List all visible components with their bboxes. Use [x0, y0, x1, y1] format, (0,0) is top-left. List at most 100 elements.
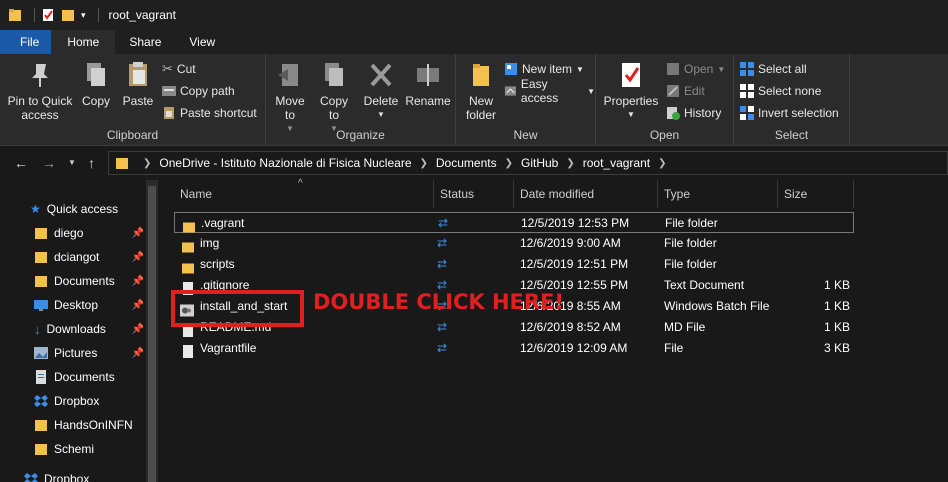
- sidebar-item-label: Documents: [54, 370, 115, 384]
- pin-icon: 📌: [131, 347, 144, 359]
- tab-view[interactable]: View: [175, 30, 229, 54]
- open-group: Properties ▼ Open ▼ Edit History Open: [596, 54, 734, 146]
- recent-locations-icon[interactable]: ▼: [68, 155, 84, 171]
- sidebar-item-quick-access[interactable]: ★ Quick access: [30, 198, 140, 220]
- table-row[interactable]: Vagrantfile ⇄ 12/6/2019 12:09 AM File 3 …: [174, 338, 854, 359]
- new-folder-icon[interactable]: [61, 8, 75, 22]
- sidebar-item-handsoninfn[interactable]: HandsOnINFN: [34, 414, 144, 436]
- chevron-right-icon[interactable]: ❯: [420, 158, 428, 169]
- paste-shortcut-button[interactable]: Paste shortcut: [162, 103, 257, 123]
- star-icon: ★: [30, 202, 41, 216]
- breadcrumb-onedrive[interactable]: OneDrive - Istituto Nazionale di Fisica …: [159, 156, 411, 170]
- sidebar-item-desktop[interactable]: Desktop 📌: [34, 294, 144, 316]
- file-type: File folder: [664, 236, 717, 250]
- chevron-right-icon[interactable]: ❯: [505, 158, 513, 169]
- tab-share[interactable]: Share: [115, 30, 175, 54]
- customize-qa-icon[interactable]: ▾: [81, 10, 86, 21]
- table-row[interactable]: img ⇄ 12/6/2019 9:00 AM File folder: [174, 233, 854, 254]
- chevron-right-icon[interactable]: ❯: [658, 158, 666, 169]
- address-bar[interactable]: ❯ OneDrive - Istituto Nazionale di Fisic…: [108, 151, 948, 175]
- organize-group-label: Organize: [336, 128, 385, 142]
- column-header-date-modified[interactable]: Date modified: [514, 180, 658, 208]
- sidebar-item-dropbox[interactable]: Dropbox: [34, 390, 144, 412]
- column-header-name[interactable]: Name: [174, 180, 434, 208]
- sync-status-icon: ⇄: [438, 216, 449, 230]
- sidebar-item-label: Dropbox: [44, 472, 90, 482]
- tab-home[interactable]: Home: [51, 30, 116, 54]
- tab-file[interactable]: File: [0, 30, 52, 54]
- scissors-icon: ✂: [162, 61, 173, 76]
- breadcrumb-github[interactable]: GitHub: [521, 156, 558, 170]
- easy-access-icon: [504, 86, 516, 96]
- select-none-label: Select none: [758, 84, 822, 98]
- breadcrumb-documents[interactable]: Documents: [436, 156, 497, 170]
- cut-button[interactable]: ✂ Cut: [162, 59, 196, 79]
- highlight-box: [171, 290, 304, 327]
- scrollbar-thumb[interactable]: [148, 186, 156, 482]
- sidebar-item-dciangot[interactable]: dciangot 📌: [34, 246, 144, 268]
- select-none-button[interactable]: Select none: [740, 81, 821, 101]
- easy-access-button[interactable]: Easy access ▼: [504, 77, 595, 105]
- easy-access-label: Easy access: [520, 77, 559, 105]
- folder-icon: [35, 252, 47, 263]
- history-button[interactable]: History: [666, 103, 721, 123]
- chevron-down-icon: ▼: [627, 110, 635, 119]
- select-group-label: Select: [774, 128, 809, 142]
- breadcrumb-root-vagrant[interactable]: root_vagrant: [583, 156, 650, 170]
- copy-to-button[interactable]: Copy to ▼: [314, 60, 354, 136]
- file-date: 12/6/2019 9:00 AM: [520, 236, 621, 250]
- copy-button[interactable]: Copy: [78, 60, 114, 108]
- chevron-right-icon[interactable]: ❯: [566, 158, 574, 169]
- separator: [34, 8, 35, 22]
- sidebar-item-schemi[interactable]: Schemi: [34, 438, 144, 460]
- folder-icon[interactable]: [8, 8, 22, 22]
- new-item-button[interactable]: New item ▼: [504, 59, 584, 79]
- open-icon: [667, 63, 679, 75]
- sidebar-item-diego[interactable]: diego 📌: [34, 222, 144, 244]
- copy-path-button[interactable]: Copy path: [162, 81, 235, 101]
- properties-label: Properties: [603, 94, 659, 108]
- edit-button[interactable]: Edit: [666, 81, 705, 101]
- column-header-status[interactable]: Status: [434, 180, 514, 208]
- delete-button[interactable]: Delete ▼: [360, 60, 402, 122]
- new-folder-button[interactable]: New folder: [460, 60, 502, 122]
- copy-to-icon: [325, 63, 343, 86]
- file-type: Text Document: [664, 278, 745, 292]
- sidebar-scrollbar[interactable]: [146, 180, 158, 482]
- chevron-down-icon: ▼: [576, 64, 584, 74]
- open-button[interactable]: Open ▼: [666, 59, 725, 79]
- file-type: File folder: [664, 257, 717, 271]
- up-arrow-icon[interactable]: ↑: [88, 155, 104, 171]
- sidebar-item-label: dciangot: [54, 250, 100, 264]
- sidebar-item-documents[interactable]: Documents 📌: [34, 270, 144, 292]
- table-row[interactable]: .vagrant ⇄ 12/5/2019 12:53 PM File folde…: [174, 212, 854, 233]
- table-row[interactable]: scripts ⇄ 12/5/2019 12:51 PM File folder: [174, 254, 854, 275]
- dropbox-icon: [34, 395, 48, 407]
- sidebar-item-documents-2[interactable]: Documents: [34, 366, 144, 388]
- chevron-right-icon[interactable]: ❯: [143, 158, 151, 169]
- sidebar-item-downloads[interactable]: ↓ Downloads 📌: [34, 318, 144, 340]
- select-group: Select all Select none Invert selection …: [734, 54, 850, 146]
- new-group: New folder New item ▼ Easy access ▼ New: [456, 54, 596, 146]
- sidebar-item-dropbox-2[interactable]: Dropbox: [24, 468, 134, 482]
- column-header-size[interactable]: Size: [778, 180, 854, 208]
- column-header-type[interactable]: Type: [658, 180, 778, 208]
- sidebar-item-label: Schemi: [54, 442, 95, 456]
- invert-selection-button[interactable]: Invert selection: [740, 103, 839, 123]
- move-to-button[interactable]: Move to ▼: [270, 60, 310, 136]
- organize-group: Move to ▼ Copy to ▼ Delete ▼ Rename Orga…: [266, 54, 456, 146]
- select-all-button[interactable]: Select all: [740, 59, 807, 79]
- properties-icon[interactable]: [41, 8, 55, 22]
- rename-button[interactable]: Rename: [404, 60, 452, 108]
- sidebar-item-pictures[interactable]: Pictures 📌: [34, 342, 144, 364]
- paste-button[interactable]: Paste: [120, 60, 156, 108]
- properties-button[interactable]: Properties ▼: [600, 60, 662, 122]
- rename-icon: [417, 64, 439, 86]
- back-arrow-icon[interactable]: ←: [14, 155, 30, 171]
- forward-arrow-icon[interactable]: →: [42, 155, 58, 171]
- file-type: File: [664, 341, 684, 355]
- copy-path-label: Copy path: [180, 84, 235, 98]
- pin-icon: [32, 64, 48, 87]
- pin-to-quick-access-button[interactable]: Pin to Quick access: [4, 60, 76, 122]
- desktop-icon: [34, 300, 48, 311]
